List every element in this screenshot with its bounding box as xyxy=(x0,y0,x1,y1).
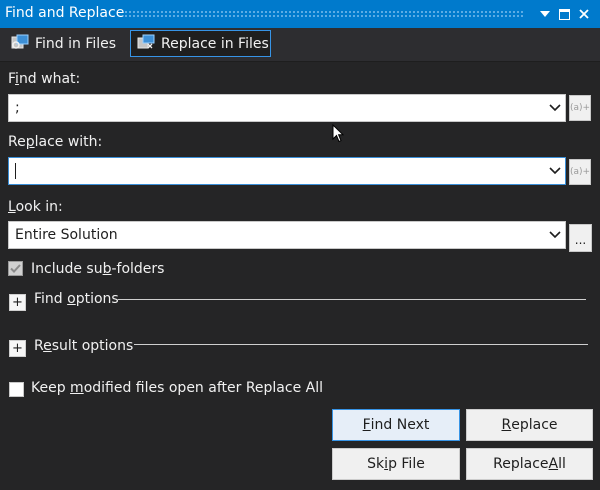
find-what-label: Find what: xyxy=(8,71,81,87)
chevron-down-icon[interactable] xyxy=(545,158,565,184)
keep-modified-open-checkbox[interactable] xyxy=(9,382,24,397)
skip-file-button[interactable]: Sk i p File xyxy=(332,448,460,480)
title-grip[interactable] xyxy=(124,10,524,18)
look-in-combobox[interactable]: Entire Solution xyxy=(8,221,566,249)
window-title: Find and Replace xyxy=(5,5,125,21)
replace-regex-builder-button[interactable]: (a)+ xyxy=(569,159,591,185)
result-options-label[interactable]: Result options xyxy=(34,338,133,354)
find-in-files-icon xyxy=(11,34,29,54)
mouse-pointer-icon xyxy=(332,123,345,147)
look-in-label: Look in: xyxy=(8,199,63,215)
replace-all-button[interactable]: Replace All xyxy=(466,448,593,480)
tab-replace-in-files-label: Replace in Files xyxy=(161,35,269,52)
find-what-combobox[interactable]: ; xyxy=(8,94,566,122)
replace-with-label: Replace with: xyxy=(8,134,103,150)
include-subfolders-checkbox[interactable] xyxy=(8,261,23,276)
find-options-expander[interactable]: + xyxy=(9,294,26,311)
tab-find-in-files-label: Find in Files xyxy=(35,35,117,52)
chevron-down-icon[interactable] xyxy=(545,222,565,248)
checkmark-icon xyxy=(10,264,21,273)
find-what-input[interactable]: ; xyxy=(9,100,545,116)
include-subfolders-label[interactable]: Include sub-folders xyxy=(31,261,164,277)
find-next-button[interactable]: Find Next xyxy=(332,409,460,441)
find-regex-builder-button[interactable]: (a)+ xyxy=(569,95,591,121)
replace-with-input[interactable] xyxy=(15,163,545,179)
replace-in-files-icon xyxy=(137,34,155,54)
window-menu-chevron-icon[interactable] xyxy=(537,6,553,22)
replace-with-combobox[interactable] xyxy=(8,157,566,185)
result-options-expander[interactable]: + xyxy=(9,340,26,357)
maximize-icon[interactable] xyxy=(556,6,572,22)
chevron-down-icon[interactable] xyxy=(545,95,565,121)
find-options-divider xyxy=(118,299,586,300)
replace-button[interactable]: Replace xyxy=(466,409,593,441)
look-in-browse-button[interactable]: ... xyxy=(569,224,592,252)
find-options-label[interactable]: Find options xyxy=(34,291,119,307)
result-options-divider xyxy=(134,344,588,345)
look-in-value[interactable]: Entire Solution xyxy=(9,227,545,243)
close-icon[interactable] xyxy=(576,6,592,22)
tab-find-in-files[interactable]: Find in Files xyxy=(5,30,122,57)
tab-replace-in-files[interactable]: Replace in Files xyxy=(130,30,271,57)
keep-modified-open-label[interactable]: Keep modified files open after Replace A… xyxy=(31,380,323,396)
